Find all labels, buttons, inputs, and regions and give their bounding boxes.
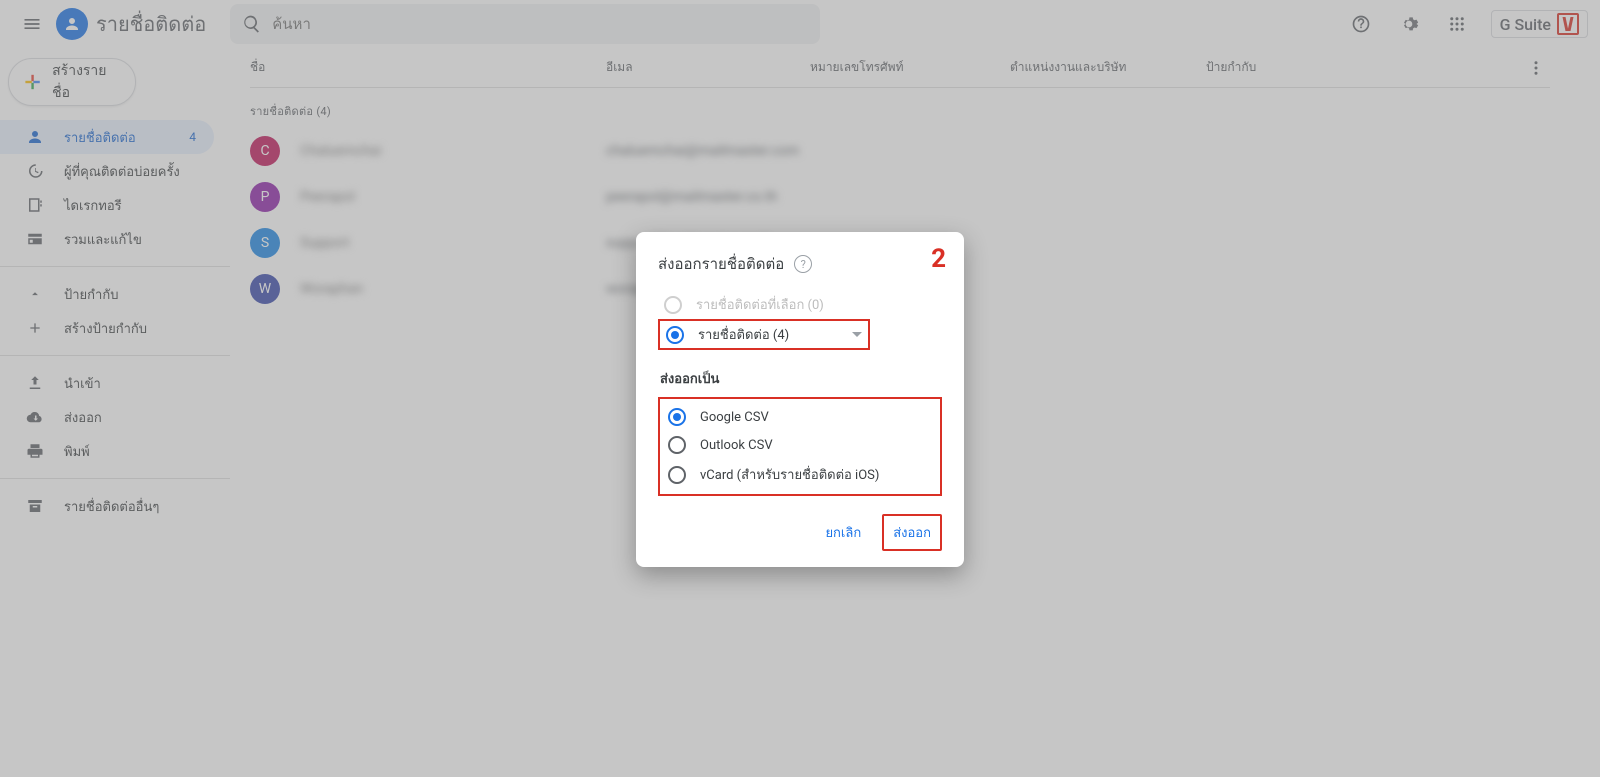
radio-label: รายชื่อติดต่อ (4) <box>698 324 789 345</box>
radio-label: Outlook CSV <box>700 438 773 453</box>
modal-help-button[interactable]: ? <box>794 255 812 273</box>
export-modal: ส่งออกรายชื่อติดต่อ ? 2 รายชื่อติดต่อที่… <box>636 232 964 567</box>
radio-icon <box>668 436 686 454</box>
radio-icon <box>666 326 684 344</box>
modal-title: ส่งออกรายชื่อติดต่อ <box>658 252 784 276</box>
radio-label: รายชื่อติดต่อที่เลือก (0) <box>696 294 824 315</box>
export-button[interactable]: ส่งออก <box>882 514 942 551</box>
radio-google-csv[interactable]: Google CSV <box>662 403 938 431</box>
contacts-source-select[interactable]: รายชื่อติดต่อ (4) <box>658 319 870 350</box>
radio-label: Google CSV <box>700 410 769 425</box>
radio-label: vCard (สำหรับรายชื่อติดต่อ iOS) <box>700 464 879 485</box>
radio-icon <box>664 296 682 314</box>
radio-selected-contacts: รายชื่อติดต่อที่เลือก (0) <box>658 290 942 319</box>
export-as-label: ส่งออกเป็น <box>660 368 942 389</box>
modal-overlay[interactable]: ส่งออกรายชื่อติดต่อ ? 2 รายชื่อติดต่อที่… <box>0 0 1600 777</box>
radio-outlook-csv[interactable]: Outlook CSV <box>662 431 938 459</box>
radio-vcard[interactable]: vCard (สำหรับรายชื่อติดต่อ iOS) <box>662 459 938 490</box>
step-badge: 2 <box>931 244 946 274</box>
radio-icon <box>668 466 686 484</box>
export-format-group: Google CSV Outlook CSV vCard (สำหรับรายช… <box>658 397 942 496</box>
cancel-button[interactable]: ยกเลิก <box>816 516 870 549</box>
radio-icon <box>668 408 686 426</box>
chevron-down-icon <box>852 332 862 337</box>
